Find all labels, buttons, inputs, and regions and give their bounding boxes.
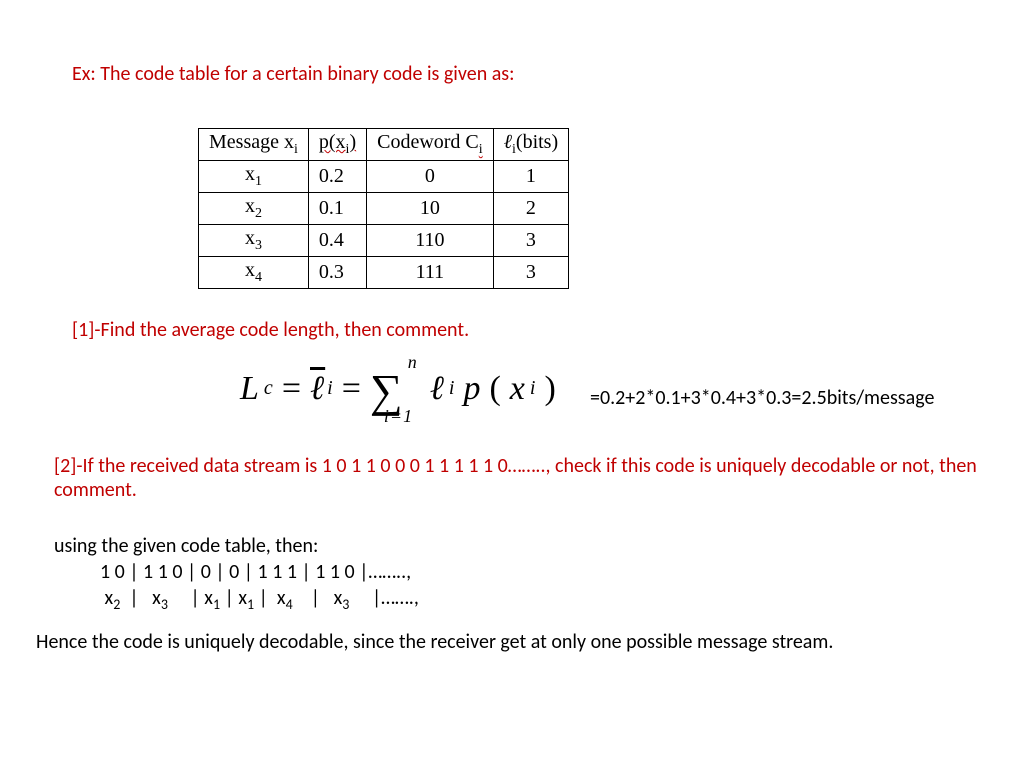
table-row: x3 0.4 110 3 — [199, 225, 569, 257]
code-table-wrap: Message xi p(xi) Codeword Ci ℓi(bits) x1… — [198, 128, 569, 289]
table-row: x1 0.2 0 1 — [199, 161, 569, 193]
question-2: [2]-If the received data stream is 1 0 1… — [54, 454, 994, 502]
col-length: ℓi(bits) — [493, 129, 568, 161]
formula-calculation: =0.2+2*0.1+3*0.4+3*0.3=2.5bits/message — [590, 386, 934, 410]
formula-block: Lc = ℓi = ∑ n i=1 ℓi p(xi) — [240, 362, 557, 415]
decoded-symbols: x2 | x3 | x1 | x1 | x4 | x3 |……., — [100, 586, 419, 613]
example-title: Ex: The code table for a certain binary … — [72, 62, 514, 86]
conclusion: Hence the code is uniquely decodable, si… — [36, 630, 996, 654]
table-row: x4 0.3 111 3 — [199, 257, 569, 289]
solution-intro: using the given code table, then: — [54, 534, 318, 558]
col-prob: p(xi) — [308, 129, 366, 161]
decoded-bits: 1 0 | 1 1 0 | 0 | 0 | 1 1 1 | 1 1 0 |…….… — [100, 560, 411, 584]
code-table: Message xi p(xi) Codeword Ci ℓi(bits) x1… — [198, 128, 569, 289]
formula: Lc = ℓi = ∑ n i=1 ℓi p(xi) — [240, 362, 557, 415]
col-message: Message xi — [199, 129, 309, 161]
table-row: x2 0.1 10 2 — [199, 193, 569, 225]
question-1: [1]-Find the average code length, then c… — [72, 318, 469, 342]
table-header-row: Message xi p(xi) Codeword Ci ℓi(bits) — [199, 129, 569, 161]
col-codeword: Codeword Ci — [367, 129, 494, 161]
